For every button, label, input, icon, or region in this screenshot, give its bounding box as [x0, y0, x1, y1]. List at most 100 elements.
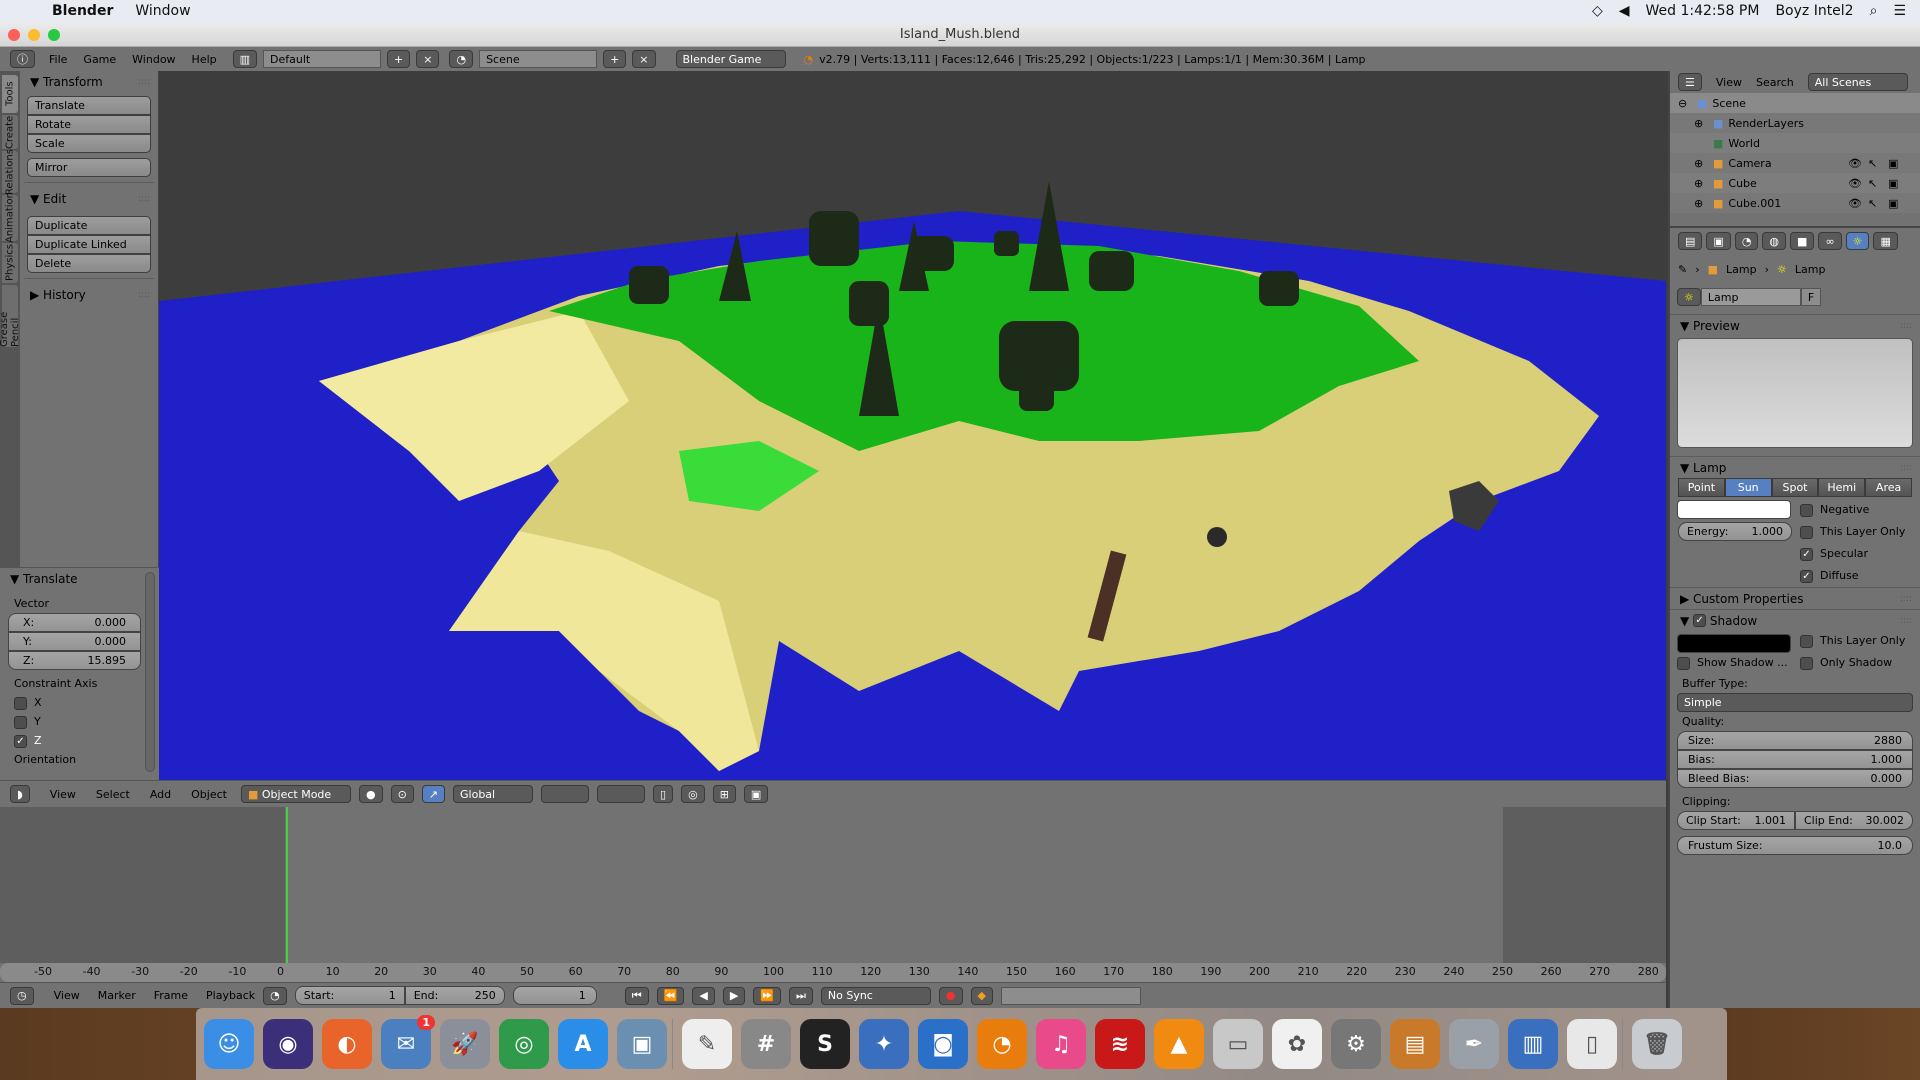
lamp-checkbox-this-layer-only[interactable]: This Layer Only: [1800, 521, 1905, 543]
dock-archive-icon[interactable]: ▯: [1567, 1019, 1617, 1069]
scene-field[interactable]: Scene: [479, 50, 598, 68]
dock-script-editor-icon[interactable]: ✒: [1449, 1019, 1499, 1069]
visibility-icon[interactable]: 👁: [1848, 177, 1862, 190]
delete-button[interactable]: Delete: [27, 254, 151, 273]
vp-menu-add[interactable]: Add: [150, 788, 171, 801]
duplicate-linked-button[interactable]: Duplicate Linked: [27, 235, 151, 254]
vector-y-field[interactable]: Y: 0.000: [8, 632, 141, 651]
shadow-color-swatch[interactable]: [1677, 634, 1791, 653]
dock-calculator-icon[interactable]: #: [741, 1019, 791, 1069]
jump-start-icon[interactable]: ⏮: [624, 986, 649, 1005]
expand-icon[interactable]: ⊕: [1694, 157, 1708, 170]
snap-icon[interactable]: ⊞: [712, 785, 736, 803]
dock-thunderbird-icon[interactable]: ✉ 1: [381, 1015, 435, 1069]
mode-select[interactable]: ■ Object Mode: [240, 785, 351, 803]
texture-tab-icon[interactable]: ▦: [1873, 232, 1898, 250]
tl-menu-playback[interactable]: Playback: [206, 989, 255, 1002]
keying-set-icon[interactable]: ◆: [970, 986, 993, 1005]
operator-scrollbar[interactable]: [145, 572, 155, 772]
shadow-toggle[interactable]: ✓: [1693, 614, 1707, 627]
dock-textedit-icon[interactable]: ✎: [682, 1019, 732, 1069]
sync-select[interactable]: No Sync: [820, 986, 931, 1005]
dock-blender-icon[interactable]: ◔: [977, 1019, 1027, 1069]
lamp-name-field[interactable]: Lamp: [1700, 288, 1801, 306]
menu-window[interactable]: Window: [132, 53, 175, 66]
outliner-display-select[interactable]: All Scenes: [1807, 73, 1908, 91]
transform-orientation-select[interactable]: Global: [453, 785, 534, 803]
clock[interactable]: Wed 1:42:58 PM: [1646, 3, 1760, 19]
3d-viewport[interactable]: [159, 71, 1666, 780]
menu-file[interactable]: File: [49, 53, 67, 66]
lamp-type-area[interactable]: Area: [1865, 478, 1912, 497]
renderable-icon[interactable]: ▣: [1888, 157, 1898, 170]
editor-type-3d-icon[interactable]: ◗: [10, 785, 30, 803]
vp-menu-select[interactable]: Select: [96, 788, 130, 801]
frustum-size-field[interactable]: Frustum Size: 10.0: [1677, 836, 1913, 855]
selectable-icon[interactable]: ↖: [1868, 197, 1877, 210]
dock-launchpad-icon[interactable]: 🚀: [440, 1019, 490, 1069]
vector-z-field[interactable]: Z: 15.895: [8, 651, 141, 670]
shading-select[interactable]: ●: [358, 785, 383, 803]
lamp-type-point[interactable]: Point: [1678, 478, 1725, 497]
outliner-item-name[interactable]: Cube: [1728, 177, 1756, 190]
lamp-type-hemi[interactable]: Hemi: [1818, 478, 1866, 497]
keying-set-field[interactable]: [1000, 986, 1141, 1005]
editor-type-outliner-icon[interactable]: ☰: [1678, 73, 1702, 91]
renderable-icon[interactable]: ▣: [1888, 197, 1898, 210]
outliner-menu-view[interactable]: View: [1716, 76, 1742, 89]
mirror-button[interactable]: Mirror: [27, 158, 151, 177]
lamp-browse-icon[interactable]: ☼: [1677, 288, 1701, 306]
layers-grid-2[interactable]: [597, 785, 646, 803]
constraint-z-checkbox[interactable]: ✓ Z: [0, 731, 159, 750]
tab-grease-pencil[interactable]: Grease Pencil: [0, 285, 21, 347]
user-name[interactable]: Boyz Intel2: [1775, 3, 1853, 19]
history-panel-header[interactable]: ▶ History::::: [20, 284, 158, 306]
lamp-color-swatch[interactable]: [1677, 500, 1791, 519]
outliner-item-name[interactable]: Cube.001: [1728, 197, 1781, 210]
outliner-item-name[interactable]: RenderLayers: [1728, 117, 1804, 130]
editor-type-timeline-icon[interactable]: ◷: [10, 986, 34, 1005]
render-icon[interactable]: ▣: [743, 785, 769, 803]
dock-firefox-icon[interactable]: ◐: [322, 1019, 372, 1069]
outliner-row[interactable]: ⊕ ■ Cube.001 👁 ↖ ▣: [1670, 193, 1920, 213]
expand-icon[interactable]: ⊕: [1694, 197, 1708, 210]
dock-siri-icon[interactable]: ◉: [263, 1019, 313, 1069]
dock-app-store-icon[interactable]: A: [558, 1019, 608, 1069]
proportional-edit-icon[interactable]: ◎: [681, 785, 705, 803]
shadow-size-field[interactable]: Size: 2880: [1677, 731, 1913, 750]
visibility-icon[interactable]: 👁: [1848, 157, 1862, 170]
dock-disk-icon[interactable]: ▭: [1213, 1019, 1263, 1069]
vp-menu-object[interactable]: Object: [191, 788, 227, 801]
render-engine-select[interactable]: Blender Game: [675, 50, 786, 68]
bleed-bias-field[interactable]: Bleed Bias: 0.000: [1677, 769, 1913, 788]
lamp-type-spot[interactable]: Spot: [1771, 478, 1819, 497]
tab-tools[interactable]: Tools: [2, 75, 18, 113]
end-frame-field[interactable]: End: 250: [404, 986, 505, 1005]
lamp-data-tab-icon[interactable]: ☼: [1845, 232, 1870, 250]
shadow-this-layer-checkbox[interactable]: This Layer Only: [1800, 634, 1905, 648]
outliner-row[interactable]: ⊕ ■ RenderLayers: [1670, 113, 1920, 133]
expand-icon[interactable]: ⊕: [1694, 177, 1708, 190]
volume-icon[interactable]: ◀: [1619, 3, 1630, 19]
minimize-button[interactable]: [28, 29, 40, 41]
tl-menu-frame[interactable]: Frame: [154, 989, 188, 1002]
record-icon[interactable]: ●: [938, 986, 963, 1005]
lamp-checkbox-diffuse[interactable]: ✓ Diffuse: [1800, 565, 1905, 587]
tl-menu-marker[interactable]: Marker: [98, 989, 136, 1002]
scene-tab-icon[interactable]: ◔: [1734, 232, 1759, 250]
close-button[interactable]: [8, 29, 20, 41]
pin-icon[interactable]: ✎: [1678, 263, 1687, 276]
lamp-panel-header[interactable]: ▼ Lamp::::: [1670, 456, 1920, 478]
preview-range-icon[interactable]: ◔: [263, 986, 287, 1005]
fake-user-button[interactable]: F: [1800, 288, 1822, 306]
dock-itunes-icon[interactable]: ♫: [1036, 1019, 1086, 1069]
outliner-row[interactable]: ⊖ ■ Scene: [1670, 93, 1920, 113]
constraint-y-checkbox[interactable]: Y: [0, 712, 159, 731]
outliner-row[interactable]: ⊕ ■ Cube 👁 ↖ ▣: [1670, 173, 1920, 193]
layout-remove-icon[interactable]: ×: [416, 50, 440, 68]
edit-panel-header[interactable]: ▼ Edit::::: [20, 188, 158, 210]
current-frame-field[interactable]: 1: [512, 986, 597, 1005]
expand-icon[interactable]: ⊕: [1694, 117, 1708, 130]
tab-create[interactable]: Create: [2, 115, 18, 149]
outliner-row[interactable]: ⊕ ■ Camera 👁 ↖ ▣: [1670, 153, 1920, 173]
